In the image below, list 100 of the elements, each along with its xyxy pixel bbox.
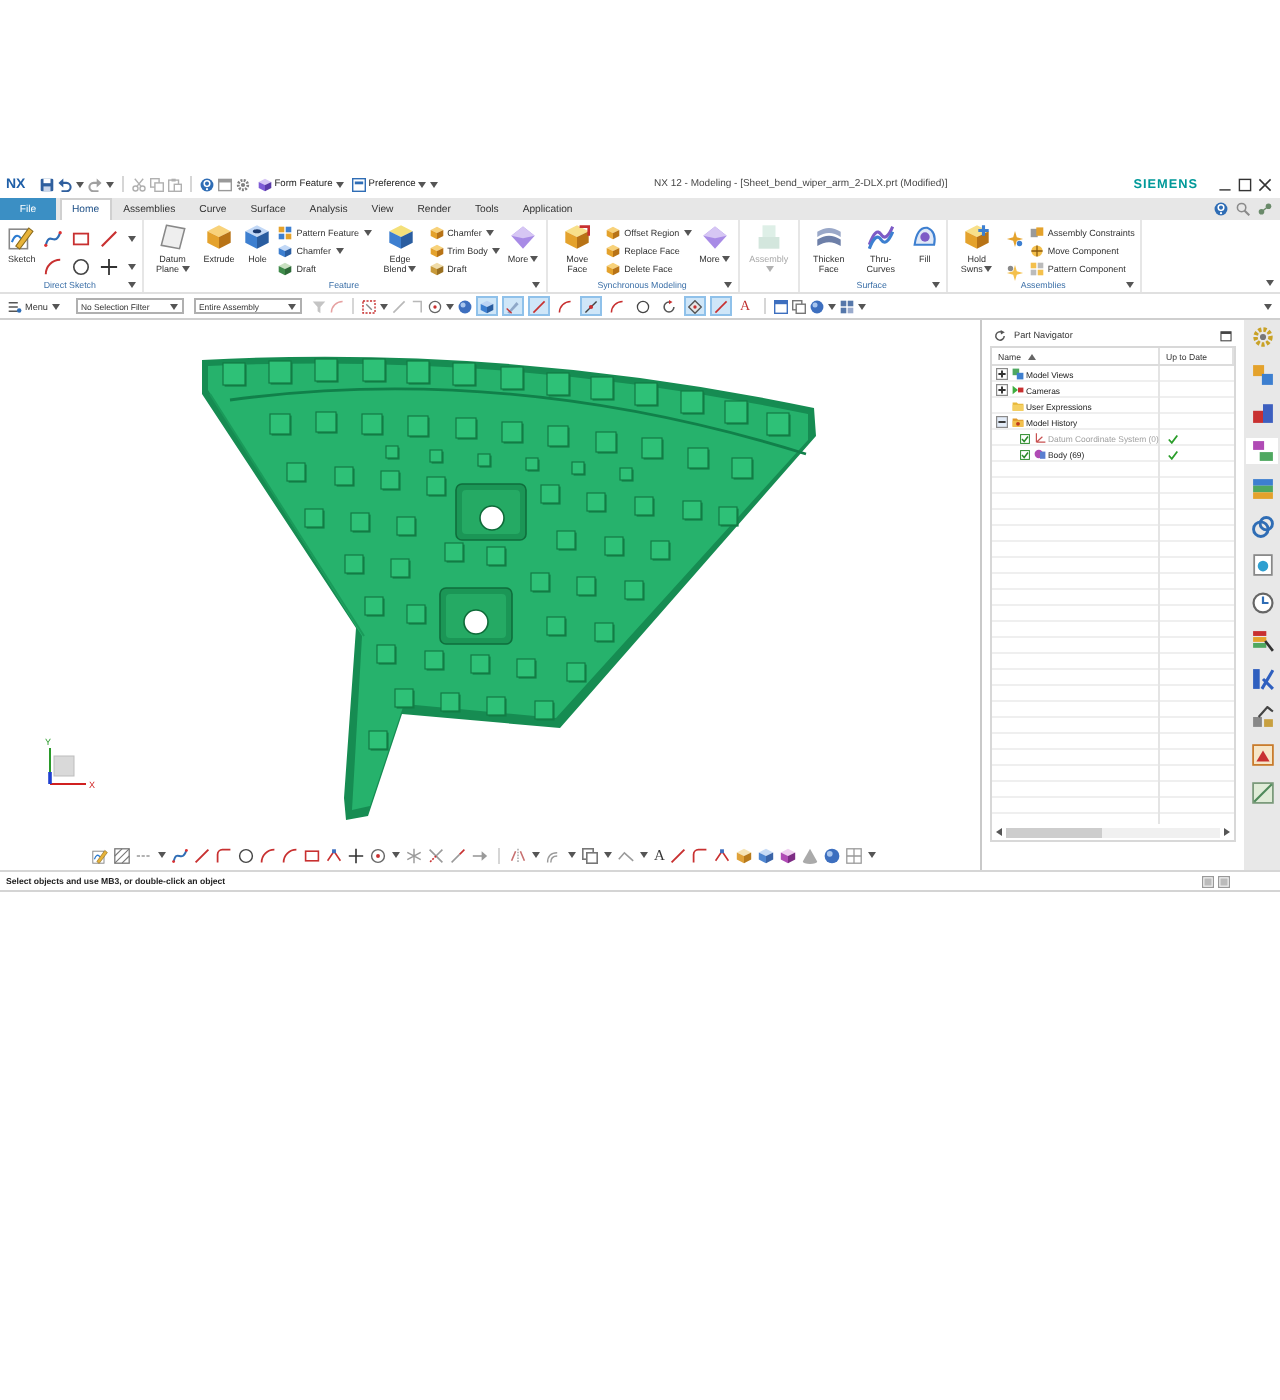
move-icon[interactable]	[1029, 244, 1044, 259]
cube-hole-icon[interactable]	[244, 224, 271, 250]
snap-toggle-button[interactable]	[709, 296, 731, 316]
circle-icon[interactable]	[238, 847, 254, 863]
copy-frame-icon[interactable]	[791, 299, 805, 313]
caret-icon[interactable]	[683, 230, 692, 237]
profile-icon[interactable]	[692, 847, 709, 863]
caret-icon[interactable]	[335, 248, 344, 255]
mirror-icon[interactable]	[510, 847, 526, 863]
hatch-icon[interactable]	[114, 847, 130, 863]
scrollbar-track[interactable]	[1006, 827, 1220, 837]
caret-icon[interactable]	[105, 181, 114, 187]
trim-icon[interactable]	[428, 847, 444, 863]
rectangle-icon[interactable]	[71, 230, 90, 248]
parts-plus-icon[interactable]	[963, 224, 990, 250]
caret-icon[interactable]	[445, 303, 453, 309]
caret-icon[interactable]	[127, 264, 136, 270]
cube-icon[interactable]	[278, 244, 293, 259]
caret-icon[interactable]	[158, 852, 166, 858]
offset-icon[interactable]	[546, 847, 562, 863]
sphere-icon[interactable]	[809, 299, 823, 313]
scroll-right-icon[interactable]	[1224, 828, 1230, 836]
curved-surface-icon[interactable]	[867, 224, 894, 250]
caret-icon[interactable]	[868, 852, 877, 858]
menu-icon[interactable]	[8, 299, 22, 313]
scrollbar-thumb[interactable]	[1006, 827, 1103, 837]
point-icon[interactable]	[348, 847, 364, 863]
network-icon[interactable]	[1258, 202, 1272, 216]
caret-icon[interactable]	[335, 181, 344, 187]
caret-icon[interactable]	[379, 303, 387, 309]
rectangle-icon[interactable]	[304, 847, 320, 863]
node-icon[interactable]	[326, 847, 342, 863]
snap-toggle-button[interactable]	[605, 296, 627, 316]
layered-sheets-icon[interactable]	[815, 224, 842, 250]
polyline-icon[interactable]	[618, 847, 634, 863]
snap-toggle-button[interactable]	[553, 296, 575, 316]
caret-icon[interactable]	[51, 303, 59, 309]
box-icon[interactable]	[736, 847, 753, 863]
cubes-icon[interactable]	[758, 847, 775, 863]
resource-tab[interactable]	[1246, 514, 1278, 540]
rounded-cube-icon[interactable]	[387, 224, 414, 250]
caret-icon[interactable]	[568, 852, 576, 858]
circle-point-icon[interactable]	[427, 299, 441, 313]
expand-icon[interactable]	[996, 384, 1008, 396]
cube-arrows-icon[interactable]	[780, 847, 797, 863]
tapered-cube-icon[interactable]	[429, 262, 444, 277]
caret-icon[interactable]	[392, 852, 400, 858]
caret-icon[interactable]	[287, 303, 295, 309]
caret-icon[interactable]	[1126, 282, 1135, 288]
caret-icon[interactable]	[721, 255, 730, 262]
refresh-icon[interactable]	[994, 329, 1006, 341]
snap-toggle-button[interactable]	[631, 296, 653, 316]
pencil-sheet-icon[interactable]	[8, 224, 35, 250]
folder-icon[interactable]	[1011, 416, 1023, 428]
point-icon[interactable]	[99, 258, 118, 276]
broken-cube-icon[interactable]	[606, 262, 621, 277]
coordinate-system-icon[interactable]	[1033, 432, 1045, 444]
snap-toggle-button[interactable]	[657, 296, 679, 316]
caret-icon[interactable]	[827, 303, 835, 309]
search-icon[interactable]	[1236, 202, 1250, 216]
circle-icon[interactable]	[71, 258, 90, 276]
swap-cube-icon[interactable]	[606, 244, 621, 259]
offset-cube-icon[interactable]	[606, 226, 621, 241]
node-icon[interactable]	[714, 847, 731, 863]
line-icon[interactable]	[99, 230, 118, 248]
cut-cube-icon[interactable]	[429, 244, 444, 259]
help-icon[interactable]	[199, 177, 214, 191]
block-icon[interactable]	[206, 224, 233, 250]
checkbox[interactable]	[1020, 433, 1030, 443]
snap-toggle-button[interactable]	[579, 296, 601, 316]
resource-tab[interactable]	[1246, 742, 1278, 768]
cube-arrow-icon[interactable]	[564, 224, 591, 250]
caret-icon[interactable]	[857, 303, 865, 309]
camera-icon[interactable]	[1011, 384, 1023, 396]
snap-toggle-button[interactable]	[683, 296, 705, 316]
resource-tab[interactable]	[1246, 590, 1278, 616]
frame-icon[interactable]	[773, 299, 787, 313]
caret-icon[interactable]	[485, 230, 494, 237]
caret-icon[interactable]	[1266, 280, 1274, 286]
maximize-button[interactable]	[1234, 177, 1254, 191]
checkbox[interactable]	[1020, 449, 1030, 459]
line-icon[interactable]	[194, 847, 210, 863]
extend-icon[interactable]	[450, 847, 466, 863]
arrow-icon[interactable]	[472, 847, 488, 863]
caret-icon[interactable]	[530, 255, 539, 262]
collapse-icon[interactable]	[996, 416, 1008, 428]
arc-icon[interactable]	[43, 258, 62, 276]
expand-icon[interactable]	[996, 368, 1008, 380]
caret-icon[interactable]	[1264, 303, 1272, 309]
maximize-button[interactable]	[1220, 329, 1232, 341]
help-icon[interactable]	[1214, 202, 1228, 216]
caret-icon[interactable]	[931, 281, 940, 288]
cube-icon[interactable]	[257, 177, 272, 191]
asterisk-icon[interactable]	[406, 847, 422, 863]
pattern-icon[interactable]	[278, 226, 293, 241]
sphere-icon[interactable]	[457, 299, 471, 313]
grid-icon[interactable]	[839, 299, 853, 313]
caret-icon[interactable]	[491, 248, 500, 255]
solid-body-icon[interactable]	[1033, 448, 1045, 460]
patch-icon[interactable]	[911, 224, 938, 250]
